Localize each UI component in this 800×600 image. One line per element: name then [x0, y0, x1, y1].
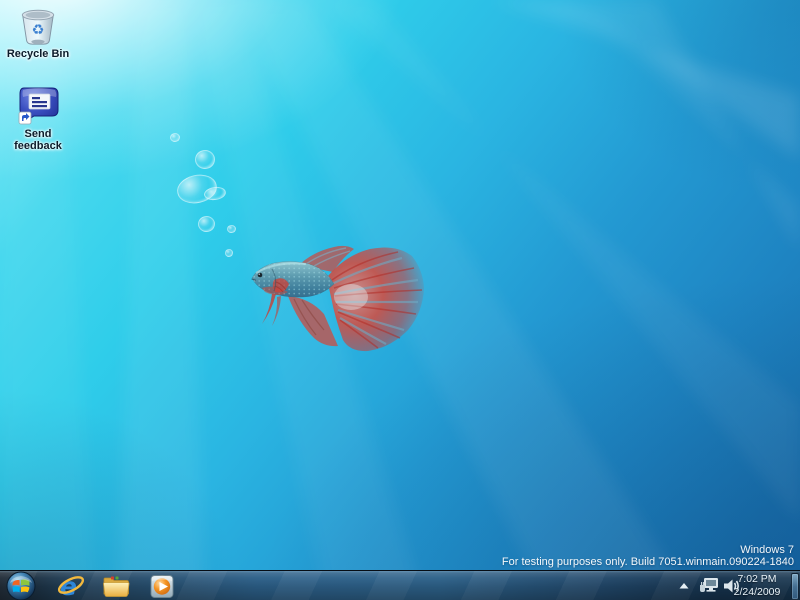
desktop-icon-label: Send feedback	[6, 128, 70, 152]
clock-time: 7:02 PM	[726, 573, 788, 586]
bubble	[195, 150, 215, 169]
show-desktop-button[interactable]	[791, 573, 799, 600]
watermark-product-name: Windows 7	[502, 545, 794, 557]
clock-date: 2/24/2009	[726, 586, 788, 599]
windows-desktop: ♻ Recycle Bin Send feedback Windows 7	[0, 0, 800, 600]
wallpaper	[0, 0, 800, 600]
taskbar-item-windows-media-player[interactable]	[147, 572, 177, 600]
shortcut-arrow-overlay	[19, 112, 31, 124]
internet-explorer-icon: e	[56, 572, 86, 600]
bubble	[225, 249, 233, 257]
network-icon	[698, 576, 720, 596]
build-watermark: Windows 7 For testing purposes only. Bui…	[502, 545, 794, 568]
taskbar-clock[interactable]: 7:02 PM 2/24/2009	[726, 572, 788, 600]
network-tray-icon[interactable]	[698, 576, 720, 596]
start-button[interactable]	[6, 571, 36, 600]
taskbar-item-internet-explorer[interactable]: e	[56, 572, 86, 600]
bubble	[170, 133, 180, 142]
taskbar: e	[0, 570, 800, 600]
send-feedback-icon	[16, 86, 60, 126]
taskbar-item-windows-explorer[interactable]	[101, 572, 131, 600]
betta-fish	[248, 242, 428, 357]
bubble	[227, 225, 236, 233]
bubble	[198, 216, 215, 232]
svg-text:e: e	[60, 572, 77, 600]
svg-text:♻: ♻	[32, 23, 45, 39]
recycle-bin-icon: ♻	[15, 6, 61, 46]
desktop-icon-recycle-bin[interactable]: ♻ Recycle Bin	[6, 6, 70, 60]
desktop-icon-label: Recycle Bin	[6, 48, 70, 60]
desktop-icon-send-feedback[interactable]: Send feedback	[6, 86, 70, 152]
windows-explorer-folder-icon	[101, 572, 131, 600]
windows-orb-icon	[6, 571, 36, 600]
watermark-build-string: For testing purposes only. Build 7051.wi…	[502, 557, 794, 569]
chevron-up-icon	[676, 579, 692, 593]
show-hidden-icons-button[interactable]	[676, 579, 692, 593]
windows-media-player-icon	[148, 572, 176, 600]
